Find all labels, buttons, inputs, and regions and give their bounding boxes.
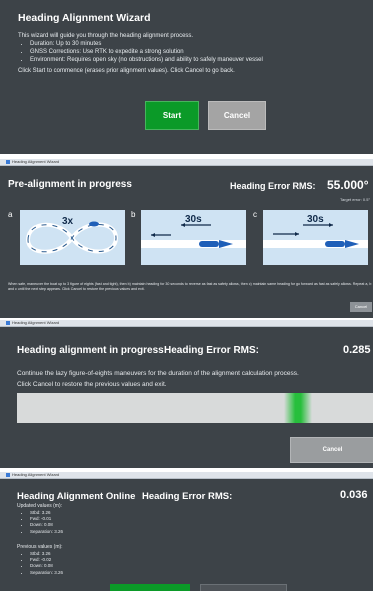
alignment-online-panel: Heading Alignment Wizard Heading Alignme… (0, 472, 373, 591)
list-item: Environment: Requires open sky (no obstr… (30, 56, 263, 64)
previous-values-list: Stbd: 3.26 Fwd: -0.02 Down: 0.08 Separat… (22, 551, 63, 576)
rms-value: 0.036 (340, 489, 368, 501)
app-icon (6, 472, 10, 477)
requirements-list: Duration: Up to 30 minutes GNSS Correcti… (22, 40, 263, 64)
window-titlebar: Heading Alignment Wizard (0, 320, 373, 327)
window-titlebar: Heading Alignment Wizard (0, 472, 373, 479)
rms-value: 55.000° (327, 178, 369, 192)
step-c-label: c (253, 210, 257, 219)
figure-eight-illustration: 3x (20, 210, 125, 265)
prealignment-panel: Heading Alignment Wizard Pre-alignment i… (0, 159, 373, 318)
updated-values-list: Stbd: 3.26 Fwd: -0.01 Down: 0.08 Separat… (22, 510, 63, 535)
rms-label: Heading Error RMS: (230, 181, 316, 191)
page-title: Heading Alignment Online (17, 491, 136, 502)
secondary-button[interactable] (200, 584, 287, 591)
cancel-button[interactable]: Cancel (208, 101, 266, 130)
step-a-label: a (8, 210, 13, 219)
start-button[interactable]: Start (145, 101, 199, 130)
list-item: GNSS Corrections: Use RTK to expedite a … (30, 48, 263, 56)
rms-label: Heading Error RMS: (142, 491, 233, 502)
finish-button[interactable] (110, 584, 190, 591)
progress-bar (17, 393, 373, 423)
maneuver-instructions: When safe, maneuver the boat up to 3 fig… (8, 282, 372, 291)
step-c-caption: 30s (307, 214, 324, 225)
wizard-title: Heading Alignment Wizard (18, 12, 151, 24)
window-title: Heading Alignment Wizard (12, 472, 60, 477)
app-icon (6, 320, 10, 325)
rms-value: 0.285 (343, 344, 371, 356)
rms-label: Heading Error RMS: (164, 345, 260, 356)
list-item: Duration: Up to 30 minutes (30, 40, 263, 48)
forward-illustration: 30s (263, 210, 368, 265)
cancel-button[interactable]: Cancel (350, 302, 372, 312)
wizard-description: This wizard will guide you through the h… (18, 33, 194, 39)
cancel-button[interactable]: Cancel (290, 437, 373, 463)
window-titlebar: Heading Alignment Wizard (0, 159, 373, 166)
alignment-panel: Heading Alignment Wizard Heading alignme… (0, 320, 373, 468)
start-note: Click Start to commence (erases prior al… (18, 68, 235, 74)
updated-values-label: Updated values (m): (17, 503, 63, 509)
progress-indicator (284, 393, 312, 423)
window-title: Heading Alignment Wizard (12, 320, 60, 325)
step-b-caption: 30s (185, 214, 202, 225)
target-error: Target error: 0.5° (340, 197, 371, 202)
instruction-text: Continue the lazy figure-of-eights maneu… (17, 370, 299, 377)
reverse-illustration: 30s (141, 210, 246, 265)
step-b-label: b (131, 210, 136, 219)
list-item: Separation: 3.26 (30, 529, 63, 535)
page-title: Pre-alignment in progress (8, 179, 132, 190)
step-a-caption: 3x (62, 216, 74, 227)
list-item: Separation: 3.26 (30, 570, 63, 576)
cancel-hint: Click Cancel to restore the previous val… (17, 381, 167, 388)
window-title: Heading Alignment Wizard (12, 159, 60, 164)
previous-values-label: Previous values (m): (17, 544, 63, 550)
wizard-intro-panel: Heading Alignment Wizard This wizard wil… (0, 0, 373, 154)
app-icon (6, 159, 10, 164)
page-title: Heading alignment in progress (17, 345, 164, 356)
